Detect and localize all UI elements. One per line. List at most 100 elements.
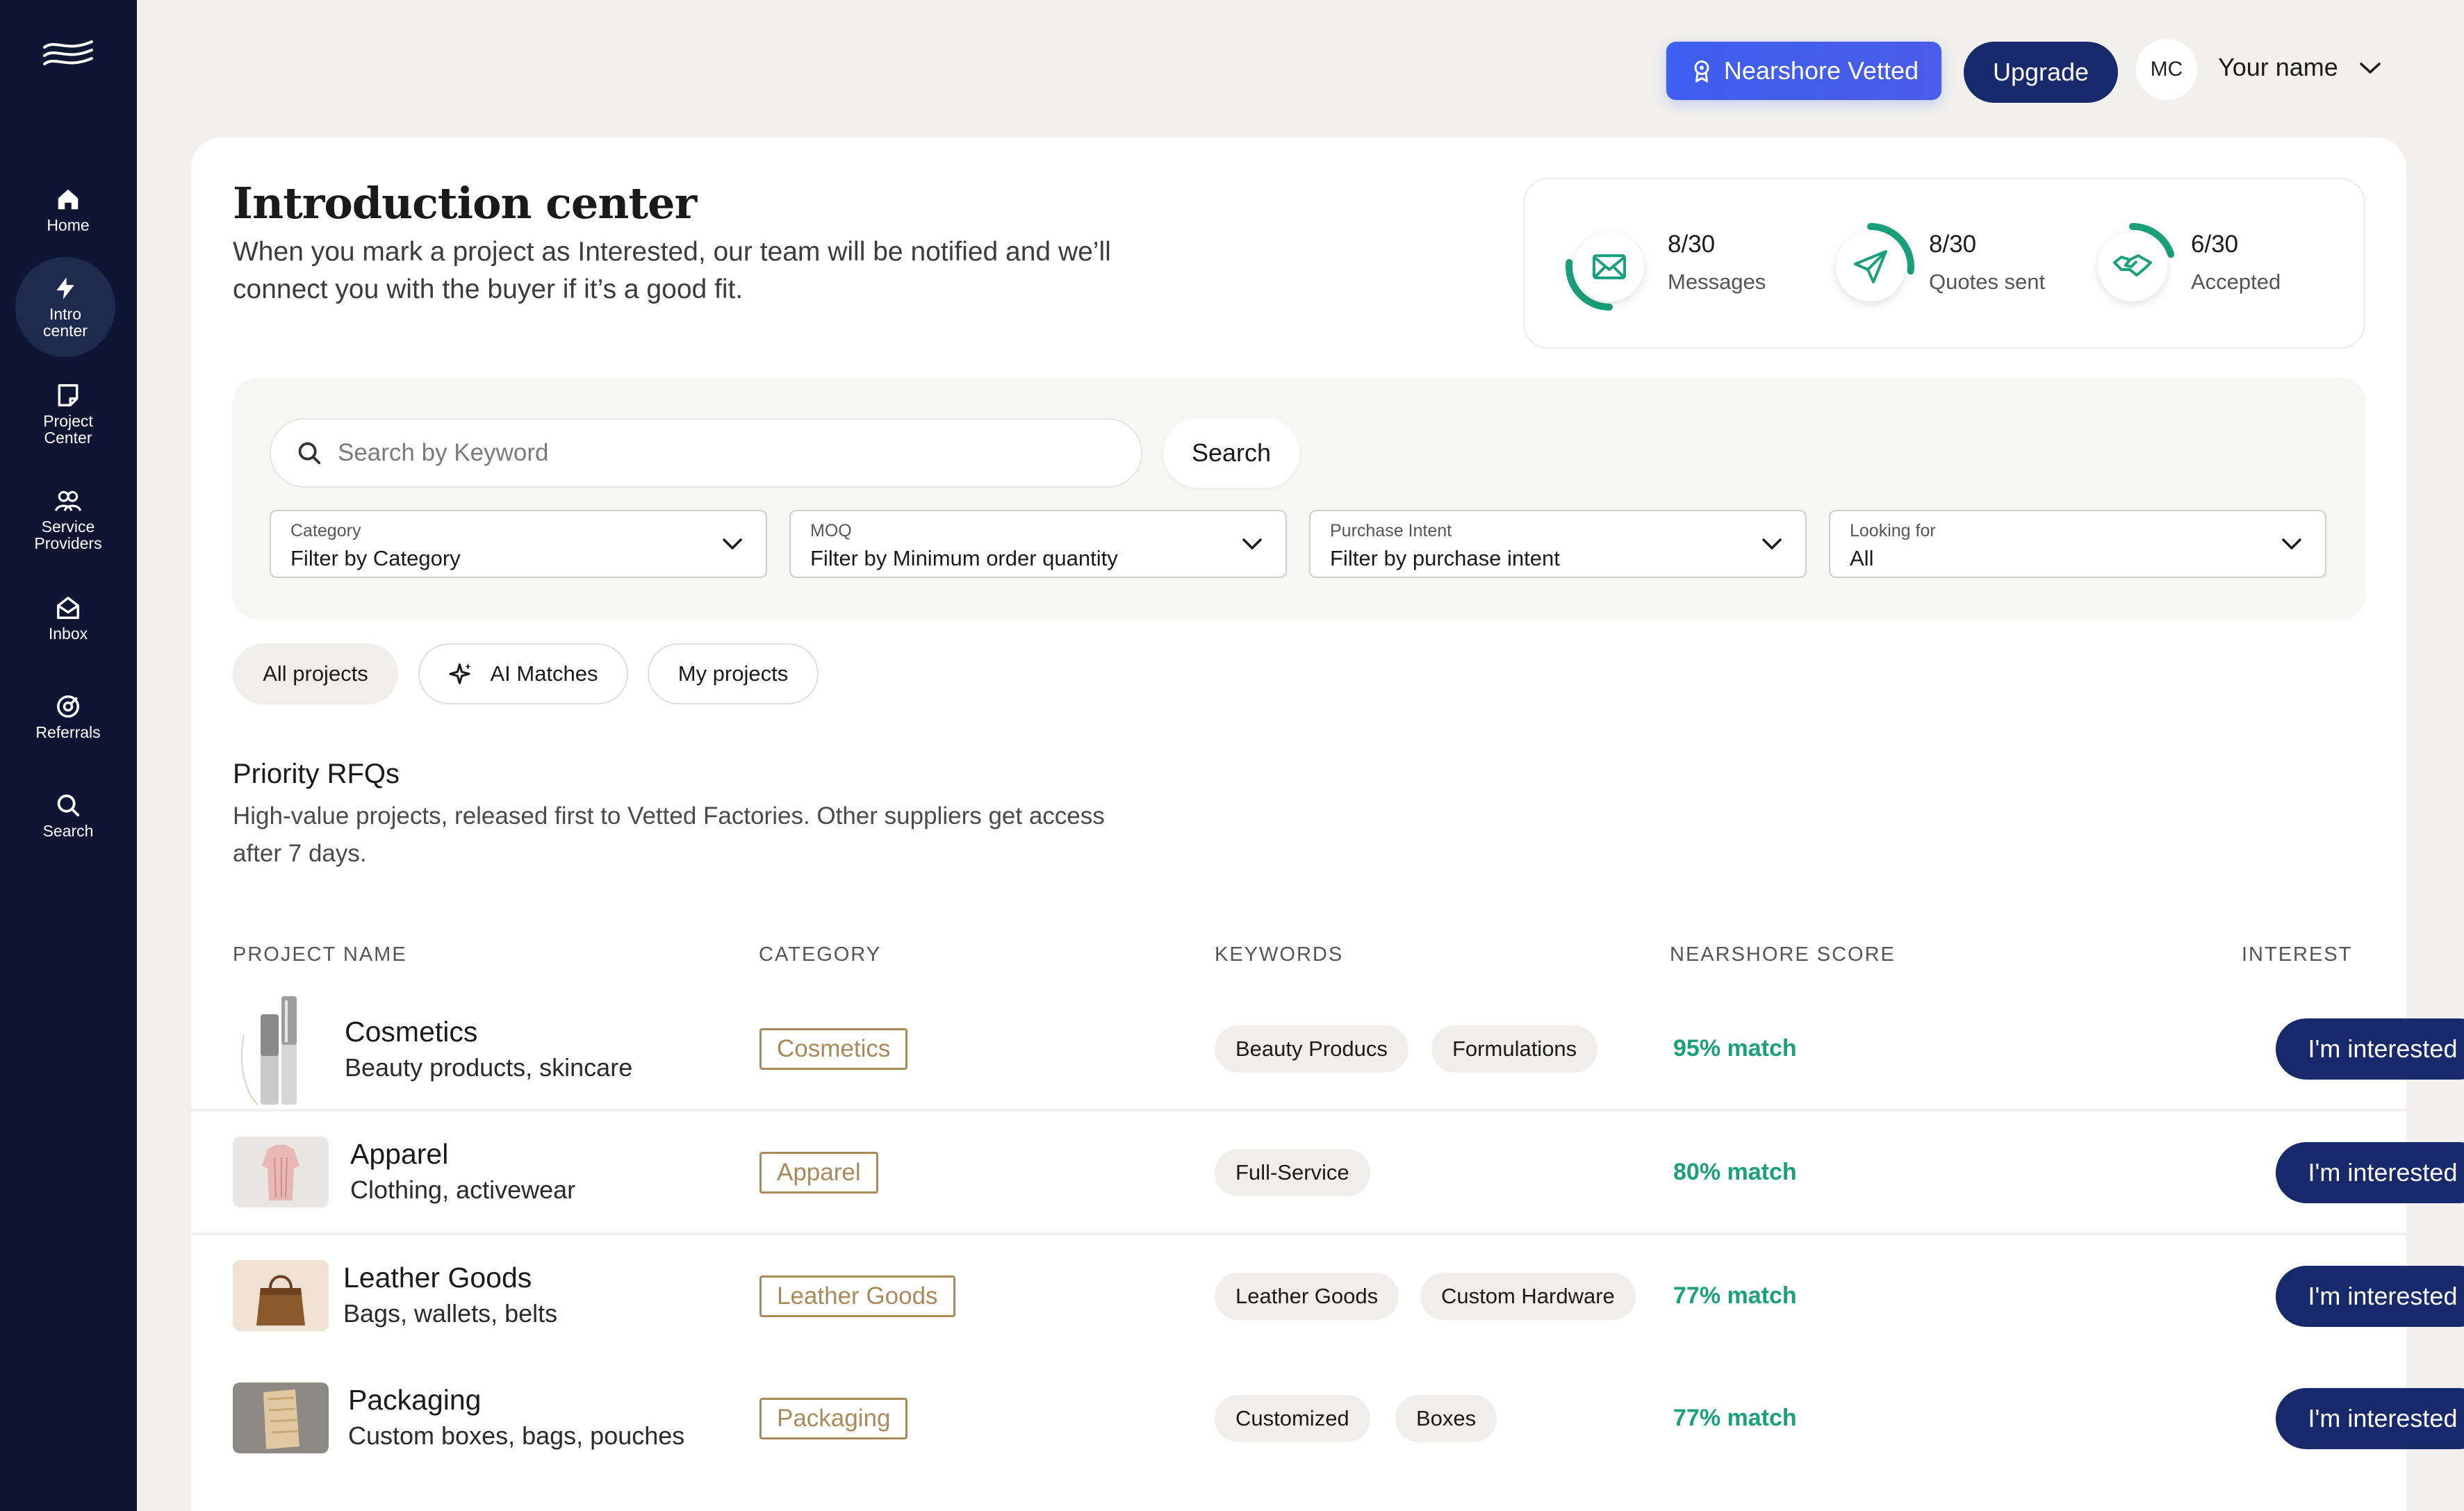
keyword-chip: Boxes: [1395, 1395, 1497, 1442]
column-header-interest: INTEREST: [2242, 943, 2353, 966]
sidebar-item-label: Intro center: [43, 305, 88, 340]
sidebar-item-label: Home: [47, 216, 90, 234]
column-header-keywords: KEYWORDS: [1215, 943, 1344, 966]
project-subtitle: Beauty products, skincare: [345, 1053, 633, 1082]
sidebar-item-home[interactable]: Home: [13, 168, 124, 251]
interested-button[interactable]: I'm interested: [2276, 1388, 2464, 1449]
product-thumbnail: [233, 1137, 329, 1207]
filter-purchase-intent[interactable]: Purchase Intent Filter by purchase inten…: [1309, 510, 1807, 578]
category-tag: Apparel: [759, 1152, 878, 1194]
table-row: Leather Goods Bags, wallets, belts Leath…: [191, 1235, 2464, 1357]
sidebar-item-label: Search: [42, 822, 94, 840]
search-icon: [57, 794, 80, 817]
match-score: 80% match: [1673, 1159, 1797, 1185]
match-score: 77% match: [1673, 1282, 1797, 1309]
upgrade-button[interactable]: Upgrade: [1964, 42, 2118, 103]
keyword-chip: Custom Hardware: [1420, 1273, 1636, 1320]
sidebar-item-inbox[interactable]: Inbox: [13, 577, 124, 660]
keyword-chip: Leather Goods: [1215, 1273, 1399, 1320]
tab-all-projects[interactable]: All projects: [233, 643, 398, 704]
sidebar-item-service-providers[interactable]: Service Providers: [13, 478, 124, 561]
sidebar-item-intro-center[interactable]: Intro center: [15, 257, 115, 357]
filter-value: Filter by purchase intent: [1330, 546, 1560, 570]
nearshore-vetted-badge[interactable]: Nearshore Vetted: [1666, 42, 1941, 100]
stat-label: Accepted: [2191, 270, 2281, 294]
column-header-project: PROJECT NAME: [233, 943, 407, 966]
filter-label: Category: [290, 521, 361, 540]
home-icon: [58, 189, 79, 210]
match-score: 77% match: [1673, 1405, 1797, 1431]
search-input-wrapper[interactable]: [270, 418, 1142, 488]
stat-label: Quotes sent: [1929, 270, 2046, 294]
search-panel: [233, 378, 2366, 620]
keyword-chip: Full-Service: [1215, 1149, 1370, 1196]
search-icon: [298, 442, 321, 465]
filter-looking-for[interactable]: Looking for All: [1829, 510, 2326, 578]
search-input[interactable]: [338, 439, 1102, 467]
search-button[interactable]: Search: [1163, 418, 1299, 488]
filter-label: MOQ: [810, 521, 852, 540]
filter-value: Filter by Minimum order quantity: [810, 546, 1118, 570]
award-icon: [1694, 60, 1709, 83]
chevron-down-icon: [1242, 538, 1262, 550]
project-subtitle: Custom boxes, bags, pouches: [348, 1421, 685, 1450]
page-title: Introduction center: [233, 178, 697, 229]
sidebar-item-label: Project Center: [43, 412, 93, 447]
filter-label: Looking for: [1850, 521, 1936, 540]
page-description: When you mark a project as Interested, o…: [233, 237, 1111, 304]
category-tag: Packaging: [759, 1398, 908, 1439]
stat-value: 8/30: [1929, 231, 1977, 258]
chevron-down-icon: [723, 538, 742, 550]
referrals-icon: [57, 695, 79, 718]
user-name[interactable]: Your name: [2218, 53, 2338, 82]
product-thumbnail: [233, 1260, 329, 1331]
stat-value: 8/30: [1668, 231, 1716, 258]
table-row: Packaging Custom boxes, bags, pouches Pa…: [191, 1359, 2464, 1481]
table-row: Cosmetics Beauty products, skincare Cosm…: [191, 988, 2464, 1110]
project-name: Packaging: [348, 1384, 482, 1416]
product-thumbnail: [237, 993, 306, 1107]
chevron-down-icon: [1762, 538, 1782, 550]
project-name: Cosmetics: [345, 1016, 478, 1048]
tab-ai-matches[interactable]: AI Matches: [418, 643, 628, 704]
filter-label: Purchase Intent: [1330, 521, 1452, 540]
category-tag: Cosmetics: [759, 1028, 908, 1070]
sidebar-item-search[interactable]: Search: [13, 774, 124, 857]
category-tag: Leather Goods: [759, 1275, 955, 1317]
sidebar-item-label: Inbox: [48, 625, 88, 643]
stat-label: Messages: [1668, 270, 1766, 294]
sparkle-icon: [449, 663, 472, 684]
filter-value: Filter by Category: [290, 546, 461, 570]
quotes-progress-ring: [1825, 222, 1916, 312]
nearshore-vetted-label: Nearshore Vetted: [1723, 56, 1919, 85]
accepted-progress-ring: [2087, 222, 2178, 312]
filter-value: All: [1850, 546, 1874, 570]
filter-moq[interactable]: MOQ Filter by Minimum order quantity: [789, 510, 1287, 578]
match-score: 95% match: [1673, 1035, 1797, 1062]
column-header-score: NEARSHORE SCORE: [1670, 943, 1896, 966]
project-subtitle: Clothing, activewear: [350, 1175, 576, 1204]
sidebar-item-project-center[interactable]: Project Center: [13, 372, 124, 456]
bolt-icon: [56, 277, 74, 299]
interested-button[interactable]: I'm interested: [2276, 1142, 2464, 1203]
sidebar-item-referrals[interactable]: Referrals: [13, 675, 124, 759]
avatar[interactable]: MC: [2136, 39, 2197, 100]
messages-progress-ring: [1564, 222, 1654, 312]
keyword-chip: Beauty Producs: [1215, 1025, 1408, 1073]
project-name: Apparel: [350, 1138, 449, 1170]
interested-button[interactable]: I'm interested: [2276, 1018, 2464, 1080]
chevron-down-icon[interactable]: [2358, 60, 2382, 76]
filter-category[interactable]: Category Filter by Category: [270, 510, 767, 578]
tab-label: AI Matches: [490, 661, 598, 686]
tab-my-projects[interactable]: My projects: [648, 643, 819, 704]
table-row: Apparel Clothing, activewear Apparel Ful…: [191, 1112, 2464, 1234]
section-description: High-value projects, released first to V…: [233, 802, 1105, 867]
interested-button[interactable]: I'm interested: [2276, 1266, 2464, 1327]
sidebar-item-label: Service Providers: [34, 518, 102, 552]
project-subtitle: Bags, wallets, belts: [343, 1299, 558, 1328]
product-thumbnail: [233, 1382, 329, 1453]
keyword-chip: Formulations: [1431, 1025, 1598, 1073]
column-header-category: CATEGORY: [759, 943, 882, 966]
project-name: Leather Goods: [343, 1262, 532, 1294]
section-title: Priority RFQs: [233, 759, 400, 789]
